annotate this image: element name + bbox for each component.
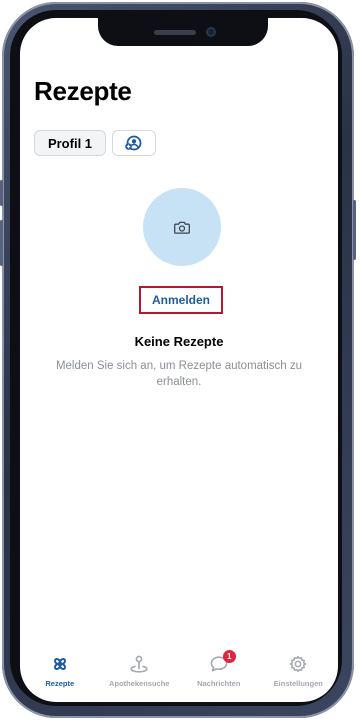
profile-avatar[interactable]: [143, 188, 221, 266]
app-screen: Rezepte Profil 1 Anmelden Keine Rezepte …: [20, 18, 338, 702]
empty-state-title: Keine Rezepte: [134, 334, 224, 349]
front-camera: [206, 27, 216, 37]
gear-icon: [290, 655, 307, 673]
phone-side-button: [353, 200, 356, 260]
page-title: Rezepte: [34, 76, 132, 106]
tab-rezepte[interactable]: Rezepte: [20, 646, 100, 702]
tab-einstellungen[interactable]: Einstellungen: [259, 646, 339, 702]
empty-state-text: Melden Sie sich an, um Rezepte automatis…: [55, 360, 303, 388]
login-button-label: Anmelden: [151, 293, 210, 307]
tab-label: Einstellungen: [273, 679, 323, 688]
login-button[interactable]: Anmelden: [139, 286, 223, 314]
tab-label: Rezepte: [45, 679, 75, 688]
speaker-grille: [154, 30, 196, 35]
tab-label: Nachrichten: [197, 679, 241, 688]
tab-nachrichten[interactable]: 1 Nachrichten: [179, 646, 259, 702]
pharmacy-pin-icon: [130, 655, 148, 673]
profile-chip-label: Profil 1: [47, 135, 93, 151]
phone-notch: [98, 18, 268, 46]
phone-side-button: [0, 220, 3, 266]
bottom-tab-bar: Rezepte Apothekensuche 1 Nachrichten Ein…: [20, 646, 338, 702]
tab-label: Apothekensuche: [109, 679, 170, 688]
add-person-icon: [125, 135, 142, 151]
add-profile-button[interactable]: [112, 130, 156, 156]
profile-chip-active[interactable]: Profil 1: [34, 130, 106, 156]
camera-icon: [174, 221, 190, 234]
prescription-icon: [53, 658, 66, 670]
phone-side-button: [0, 180, 3, 206]
unread-badge: 1: [222, 650, 236, 663]
tab-apothekensuche[interactable]: Apothekensuche: [100, 646, 180, 702]
